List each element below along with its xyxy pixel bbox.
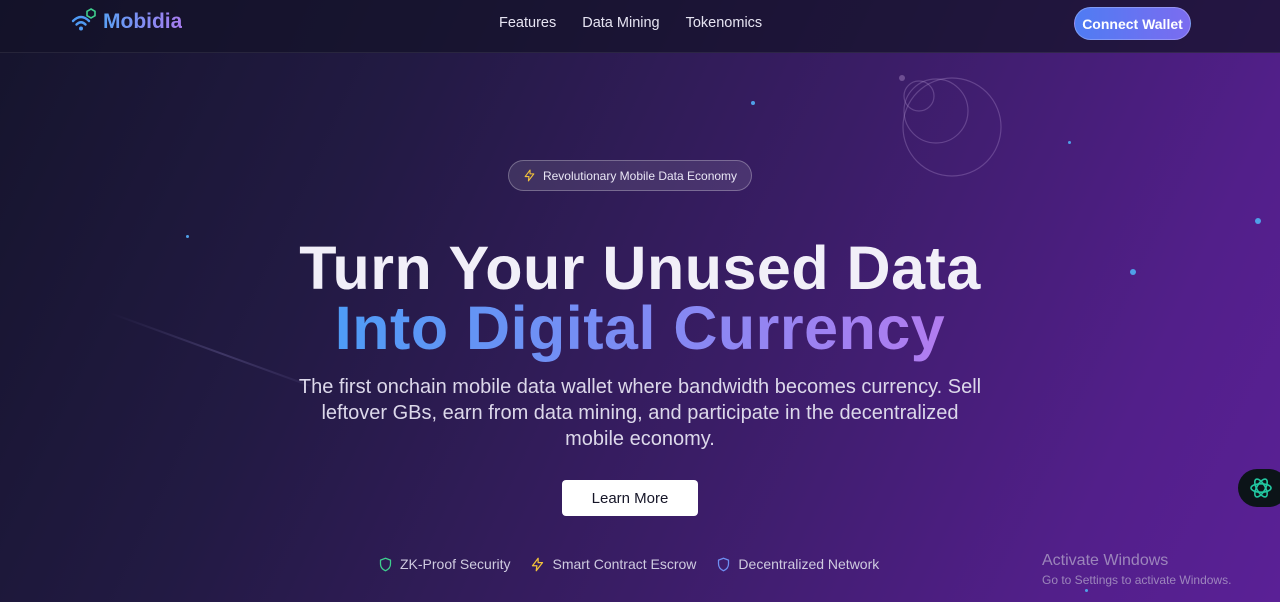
wifi-hexagon-icon [71,8,96,31]
watermark-subtitle: Go to Settings to activate Windows. [1042,573,1232,587]
hero-title-line2: Into Digital Currency [0,293,1280,363]
feature-list: ZK-Proof Security Smart Contract Escrow … [378,556,899,572]
hero-subtitle: The first onchain mobile data wallet whe… [298,376,982,450]
lightning-icon [532,557,544,571]
badge-text: Revolutionary Mobile Data Economy [542,168,738,183]
chat-widget-button[interactable] [1238,469,1280,507]
nav-link-data-mining[interactable]: Data Mining [582,15,659,31]
feature-label: Smart Contract Escrow [552,556,697,572]
background-dot [1085,589,1088,592]
decorative-rings [899,75,1002,177]
learn-more-button[interactable]: Learn More [562,480,698,516]
nav-link-tokenomics[interactable]: Tokenomics [686,15,763,31]
watermark-title: Activate Windows [1042,552,1169,569]
logo-text: Mobidia [103,10,183,33]
background-dot [751,101,755,105]
background-dot [1255,218,1261,224]
hero-title-gradient-text: Into Digital Currency [334,294,946,362]
feature-item-zk-proof: ZK-Proof Security [378,556,510,572]
hero-badge: Revolutionary Mobile Data Economy [508,160,752,191]
feature-item-network: Decentralized Network [716,556,879,572]
connect-wallet-button[interactable]: Connect Wallet [1074,7,1191,40]
windows-activation-watermark: Activate Windows Go to Settings to activ… [1042,552,1231,587]
background-dot [1068,141,1071,144]
nav-link-features[interactable]: Features [499,15,556,31]
top-navbar: Mobidia Features Data Mining Tokenomics … [0,0,1280,53]
feature-label: ZK-Proof Security [400,556,511,572]
logo[interactable]: Mobidia [70,7,182,37]
shield-icon [718,557,730,571]
nav-links: Features Data Mining Tokenomics [499,15,788,31]
chatgpt-icon [1250,478,1272,498]
shield-icon [379,557,392,571]
lightning-icon [524,169,535,182]
feature-item-escrow: Smart Contract Escrow [530,556,696,572]
feature-label: Decentralized Network [738,556,880,572]
